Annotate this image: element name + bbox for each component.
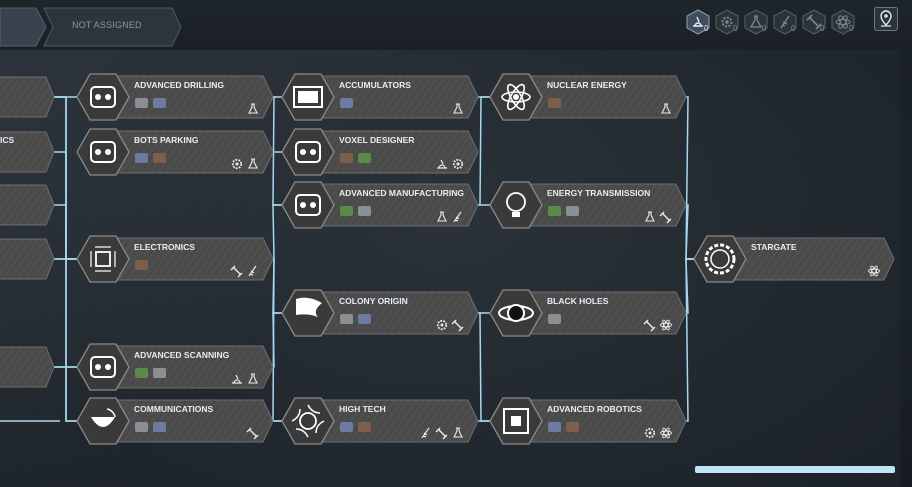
resource-item-icon bbox=[153, 98, 166, 108]
resource-item-icon bbox=[358, 422, 371, 432]
resource-item-icon bbox=[548, 98, 561, 108]
partial-tech-node[interactable] bbox=[0, 346, 55, 388]
resource-item-icon bbox=[340, 314, 353, 324]
resource-item-icon bbox=[135, 260, 148, 270]
resource-item-icon bbox=[135, 153, 148, 163]
tech-node-title: STARGATE bbox=[751, 242, 797, 252]
research-tree-screen: NOT ASSIGNED 0 0 0 0 0 0 ICS ADVANCED DR… bbox=[0, 0, 912, 487]
tech-tree-canvas: ICS ADVANCED DRILLING BOTS PARKING ELECTRON… bbox=[0, 73, 895, 445]
tech-node-advanced-robotics[interactable]: ADVANCED ROBOTICS bbox=[489, 397, 687, 445]
resource-item-icon bbox=[135, 98, 148, 108]
tree-link bbox=[54, 96, 78, 368]
node-body bbox=[309, 399, 479, 443]
resource-item-icon bbox=[566, 206, 579, 216]
node-body bbox=[0, 346, 55, 388]
tech-node-title: BLACK HOLES bbox=[547, 296, 609, 306]
partial-tech-node[interactable] bbox=[0, 184, 55, 226]
partial-tech-node[interactable] bbox=[0, 76, 55, 118]
resource-item-icon bbox=[358, 153, 371, 163]
tech-node-electronics[interactable]: ELECTRONICS bbox=[76, 235, 274, 283]
tech-node-advanced-scanning[interactable]: ADVANCED SCANNING bbox=[76, 343, 274, 391]
tech-node-title: NUCLEAR ENERGY bbox=[547, 80, 627, 90]
tree-link bbox=[468, 312, 493, 422]
tech-node-stargate[interactable]: STARGATE bbox=[693, 235, 895, 283]
resource-item-icon bbox=[340, 153, 353, 163]
resource-item-icon bbox=[340, 98, 353, 108]
tech-node-title: COLONY ORIGIN bbox=[339, 296, 408, 306]
tech-node-bots-parking[interactable]: BOTS PARKING bbox=[76, 128, 274, 176]
tech-node-title: ADVANCED ROBOTICS bbox=[547, 404, 642, 414]
tech-node-title: ADVANCED MANUFACTURING bbox=[339, 188, 464, 198]
partial-node-title: ICS bbox=[0, 135, 15, 145]
tech-node-high-tech[interactable]: HIGH TECH bbox=[281, 397, 479, 445]
resource-item-icon bbox=[548, 314, 561, 324]
tech-node-title: BOTS PARKING bbox=[134, 135, 199, 145]
tech-node-communications[interactable]: COMMUNICATIONS bbox=[76, 397, 274, 445]
resource-item-icon bbox=[153, 153, 166, 163]
tech-node-accumulators[interactable]: ACCUMULATORS bbox=[281, 73, 479, 121]
resource-item-icon bbox=[340, 206, 353, 216]
tech-node-advanced-manufacturing[interactable]: ADVANCED MANUFACTURING bbox=[281, 181, 479, 229]
horizontal-scrollbar[interactable] bbox=[695, 466, 895, 473]
tech-node-title: ADVANCED SCANNING bbox=[134, 350, 230, 360]
tech-node-title: ELECTRONICS bbox=[134, 242, 195, 252]
resource-item-icon bbox=[135, 422, 148, 432]
resource-item-icon bbox=[135, 368, 148, 378]
resource-item-icon bbox=[548, 206, 561, 216]
tech-node-voxel-designer[interactable]: VOXEL DESIGNER bbox=[281, 128, 479, 176]
resource-item-icon bbox=[358, 314, 371, 324]
tech-node-title: COMMUNICATIONS bbox=[134, 404, 213, 414]
resource-item-icon bbox=[153, 422, 166, 432]
tech-node-title: VOXEL DESIGNER bbox=[339, 135, 414, 145]
tech-node-title: ENERGY TRANSMISSION bbox=[547, 188, 650, 198]
resource-item-icon bbox=[548, 422, 561, 432]
node-body bbox=[721, 237, 895, 281]
tech-node-colony-origin[interactable]: COLONY ORIGIN bbox=[281, 289, 479, 337]
tree-link bbox=[676, 258, 698, 422]
resource-item-icon bbox=[358, 206, 371, 216]
resource-item-icon bbox=[566, 422, 579, 432]
resource-item-icon bbox=[340, 422, 353, 432]
tech-node-title: HIGH TECH bbox=[339, 404, 386, 414]
partial-tech-node[interactable] bbox=[0, 238, 55, 280]
tech-node-energy-transmission[interactable]: ENERGY TRANSMISSION bbox=[489, 181, 687, 229]
tech-node-title: ADVANCED DRILLING bbox=[134, 80, 224, 90]
node-body bbox=[0, 238, 55, 280]
tech-node-black-holes[interactable]: BLACK HOLES bbox=[489, 289, 687, 337]
tech-node-title: ACCUMULATORS bbox=[339, 80, 411, 90]
resource-item-icon bbox=[153, 368, 166, 378]
tech-node-advanced-drilling[interactable]: ADVANCED DRILLING bbox=[76, 73, 274, 121]
tech-node-nuclear-energy[interactable]: NUCLEAR ENERGY bbox=[489, 73, 687, 121]
node-body bbox=[0, 184, 55, 226]
node-body bbox=[0, 76, 55, 118]
